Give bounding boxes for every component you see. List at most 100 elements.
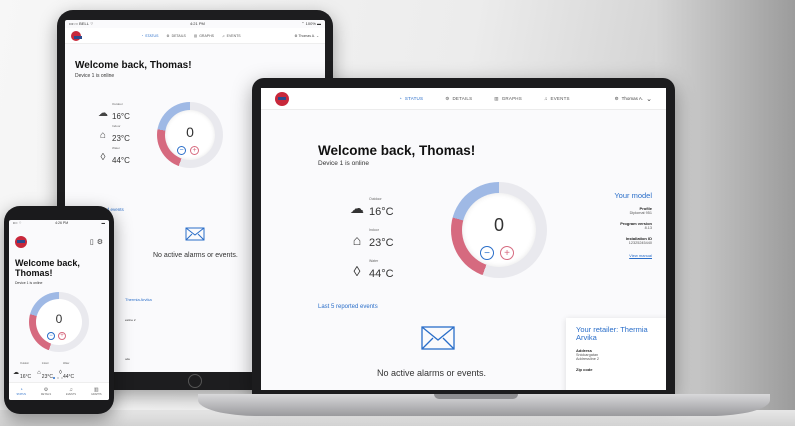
gear-icon: ⚙	[445, 95, 450, 101]
tablet-user-menu[interactable]: ⚙ Thomas A. ⌄	[294, 34, 319, 38]
tablet-temperature-dial[interactable]: 0 − +	[157, 102, 223, 168]
envelope-icon	[421, 326, 455, 350]
tablet-tab-graphs[interactable]: ▥ GRAPHS	[194, 34, 214, 38]
gear-icon: ⚙	[166, 33, 170, 38]
phone-decrease-button[interactable]: −	[47, 332, 55, 340]
your-retailer-card: Your retailer: Thermia Arvika Address Sn…	[566, 318, 666, 390]
zip-code-label: Zip code	[576, 367, 593, 372]
phone-tab-details[interactable]: ⚙ DETAILS	[41, 387, 51, 396]
laptop-tab-details[interactable]: ⚙ DETAILS	[445, 96, 472, 102]
cloud-icon: ☁	[350, 200, 364, 216]
laptop-metric-indoor: ⌂ Indoor 23°C	[349, 224, 394, 255]
tablet-metric-indoor: ⌂ Indoor 23°C	[97, 124, 130, 146]
phone-welcome-title: Welcome back, Thomas!	[15, 258, 80, 278]
phone-tab-graphs[interactable]: ▥ GRAPHS	[91, 387, 102, 396]
drop-icon: ◊	[58, 369, 62, 376]
phone-increase-button[interactable]: +	[58, 332, 66, 340]
phone-metric-indoor: ⌂ Indoor 23°C	[37, 362, 53, 380]
chevron-down-icon: ⌄	[315, 33, 319, 38]
phone-metric-outdoor: ☁ Outdoor 16°C	[13, 362, 32, 380]
phone-tab-status[interactable]: ◔ STATUS	[16, 387, 26, 396]
thermia-logo-icon[interactable]	[275, 91, 289, 106]
laptop-tab-status[interactable]: ◔ STATUS	[399, 96, 423, 102]
tablet-metrics: ☁ Outdoor 16°C ⌂ Indoor 23°C ◊ Water 44°C	[97, 102, 130, 168]
laptop-device: ◔ STATUS ⚙ DETAILS ▥ GRAPHS ♫ EVENTS ⚙ Thomas…	[252, 78, 675, 396]
tablet-status-bar: •••○○ BELL ⌔ 4:21 PM ⌃ 100% ▬	[65, 20, 325, 28]
phone-metrics: ☁ Outdoor 16°C ⌂ Indoor 23°C ◊ Water 44°C	[13, 362, 74, 383]
laptop-temperature-dial[interactable]: 0 − +	[451, 182, 547, 278]
laptop-increase-button[interactable]: +	[500, 246, 514, 260]
tablet-tab-events[interactable]: ♫ EVENTS	[222, 34, 241, 38]
your-model-heading: Your model	[614, 191, 652, 200]
house-icon: ⌂	[37, 369, 41, 376]
laptop-tab-events[interactable]: ♫ EVENTS	[544, 96, 570, 102]
laptop-dial-value: 0	[493, 215, 504, 235]
phone-time: 4:26 PM	[55, 221, 69, 225]
laptop-metrics: ☁ Outdoor 16°C ⌂ Indoor 23°C ◊ Water 44°C	[349, 193, 394, 286]
tablet-tab-status[interactable]: ◔ STATUS	[141, 34, 158, 38]
tablet-home-button[interactable]	[188, 374, 202, 388]
phone-tab-events[interactable]: ♫ EVENTS	[66, 387, 76, 396]
view-manual-link[interactable]: View manual	[614, 253, 652, 258]
gauge-icon: ◔	[141, 33, 144, 38]
tablet-no-alarms-text: No active alarms or events.	[153, 252, 238, 259]
tablet-address-fragment: estine 2	[125, 318, 136, 322]
tablet-nav-bar: ◔ STATUS ⚙ DETAILS ▥ GRAPHS ♫ EVENTS ⚙ Thoma…	[65, 28, 325, 44]
tablet-increase-button[interactable]: +	[190, 146, 199, 155]
thermia-logo-icon[interactable]	[71, 30, 82, 41]
background-wall	[655, 0, 795, 426]
phone-temperature-dial[interactable]: 0 − +	[29, 292, 89, 352]
tablet-zip-fragment: ode	[125, 357, 131, 361]
tablet-tab-details[interactable]: ⚙ DETAILS	[166, 34, 185, 38]
tablet-time: 4:21 PM	[189, 21, 205, 26]
phone-page-dots[interactable]	[53, 377, 63, 379]
bar-chart-icon: ▥	[193, 33, 198, 38]
tablet-battery: ⌃ 100% ▬	[301, 21, 321, 26]
tablet-metric-water: ◊ Water 44°C	[97, 146, 130, 168]
laptop-nav-bar: ◔ STATUS ⚙ DETAILS ▥ GRAPHS ♫ EVENTS ⚙ Thomas…	[261, 88, 666, 110]
house-icon: ⌂	[352, 231, 362, 248]
tablet-welcome-title: Welcome back, Thomas!	[75, 60, 192, 71]
phone-device: ••○ ⌔ 4:26 PM ▬ ▯ ⚙ Welcome back, Thomas…	[4, 206, 114, 414]
laptop-decrease-button[interactable]: −	[480, 246, 494, 260]
drop-icon: ◊	[100, 151, 106, 163]
phone-device-online: Device 1 is online	[15, 281, 43, 285]
tablet-decrease-button[interactable]: −	[177, 146, 186, 155]
phone-carrier: ••○ ⌔	[13, 221, 22, 225]
tablet-retailer-name: Thermia Arvika	[125, 297, 152, 302]
gear-icon[interactable]: ⚙	[97, 238, 103, 246]
gauge-icon: ◔	[399, 96, 402, 101]
laptop-device-online: Device 1 is online	[318, 160, 369, 167]
laptop-no-alarms-text: No active alarms or events.	[377, 368, 487, 378]
laptop-screen: ◔ STATUS ⚙ DETAILS ▥ GRAPHS ♫ EVENTS ⚙ Thomas…	[261, 88, 666, 390]
cloud-icon: ☁	[13, 370, 19, 376]
phone-tab-bar: ◔ STATUS ⚙ DETAILS ♫ EVENTS ▥ GRAPHS	[9, 382, 109, 400]
installation-id-value: 12325245440	[628, 241, 652, 245]
phone-screen: ••○ ⌔ 4:26 PM ▬ ▯ ⚙ Welcome back, Thomas…	[9, 220, 109, 400]
thermia-logo-icon[interactable]	[15, 236, 27, 248]
tablet-carrier: •••○○ BELL ⌔	[69, 21, 94, 26]
phone-battery: ▬	[101, 221, 106, 225]
phone-dial-value: 0	[55, 312, 63, 326]
profile-value: Diplomat 951	[629, 211, 652, 215]
tablet-dial-value: 0	[186, 124, 194, 140]
bell-icon: ♫	[221, 33, 225, 38]
laptop-last-events-link[interactable]: Last 5 reported events	[318, 304, 378, 310]
laptop-metric-outdoor: ☁ Outdoor 16°C	[350, 197, 394, 218]
house-icon: ⌂	[99, 129, 107, 141]
laptop-user-menu[interactable]: ⚙ Thomas A. ⌄	[615, 95, 652, 103]
address-line-2: Addressline 2	[576, 357, 600, 361]
chevron-down-icon: ⌄	[646, 95, 652, 103]
drop-icon: ◊	[353, 262, 361, 279]
envelope-icon	[185, 227, 205, 241]
tablet-metric-outdoor: ☁ Outdoor 16°C	[98, 102, 130, 121]
bell-icon: ♫	[543, 96, 548, 101]
laptop-metric-water: ◊ Water 44°C	[349, 255, 394, 286]
battery-icon[interactable]: ▯	[90, 238, 94, 246]
bar-chart-icon: ▥	[494, 95, 499, 101]
product-scene: •••○○ BELL ⌔ 4:21 PM ⌃ 100% ▬ ◔ STATUS ⚙ D…	[0, 0, 795, 426]
user-gear-icon: ⚙	[614, 95, 619, 101]
phone-metric-water: ◊ Water 44°C	[58, 362, 75, 380]
cloud-icon: ☁	[98, 107, 108, 119]
laptop-tab-graphs[interactable]: ▥ GRAPHS	[494, 96, 522, 102]
